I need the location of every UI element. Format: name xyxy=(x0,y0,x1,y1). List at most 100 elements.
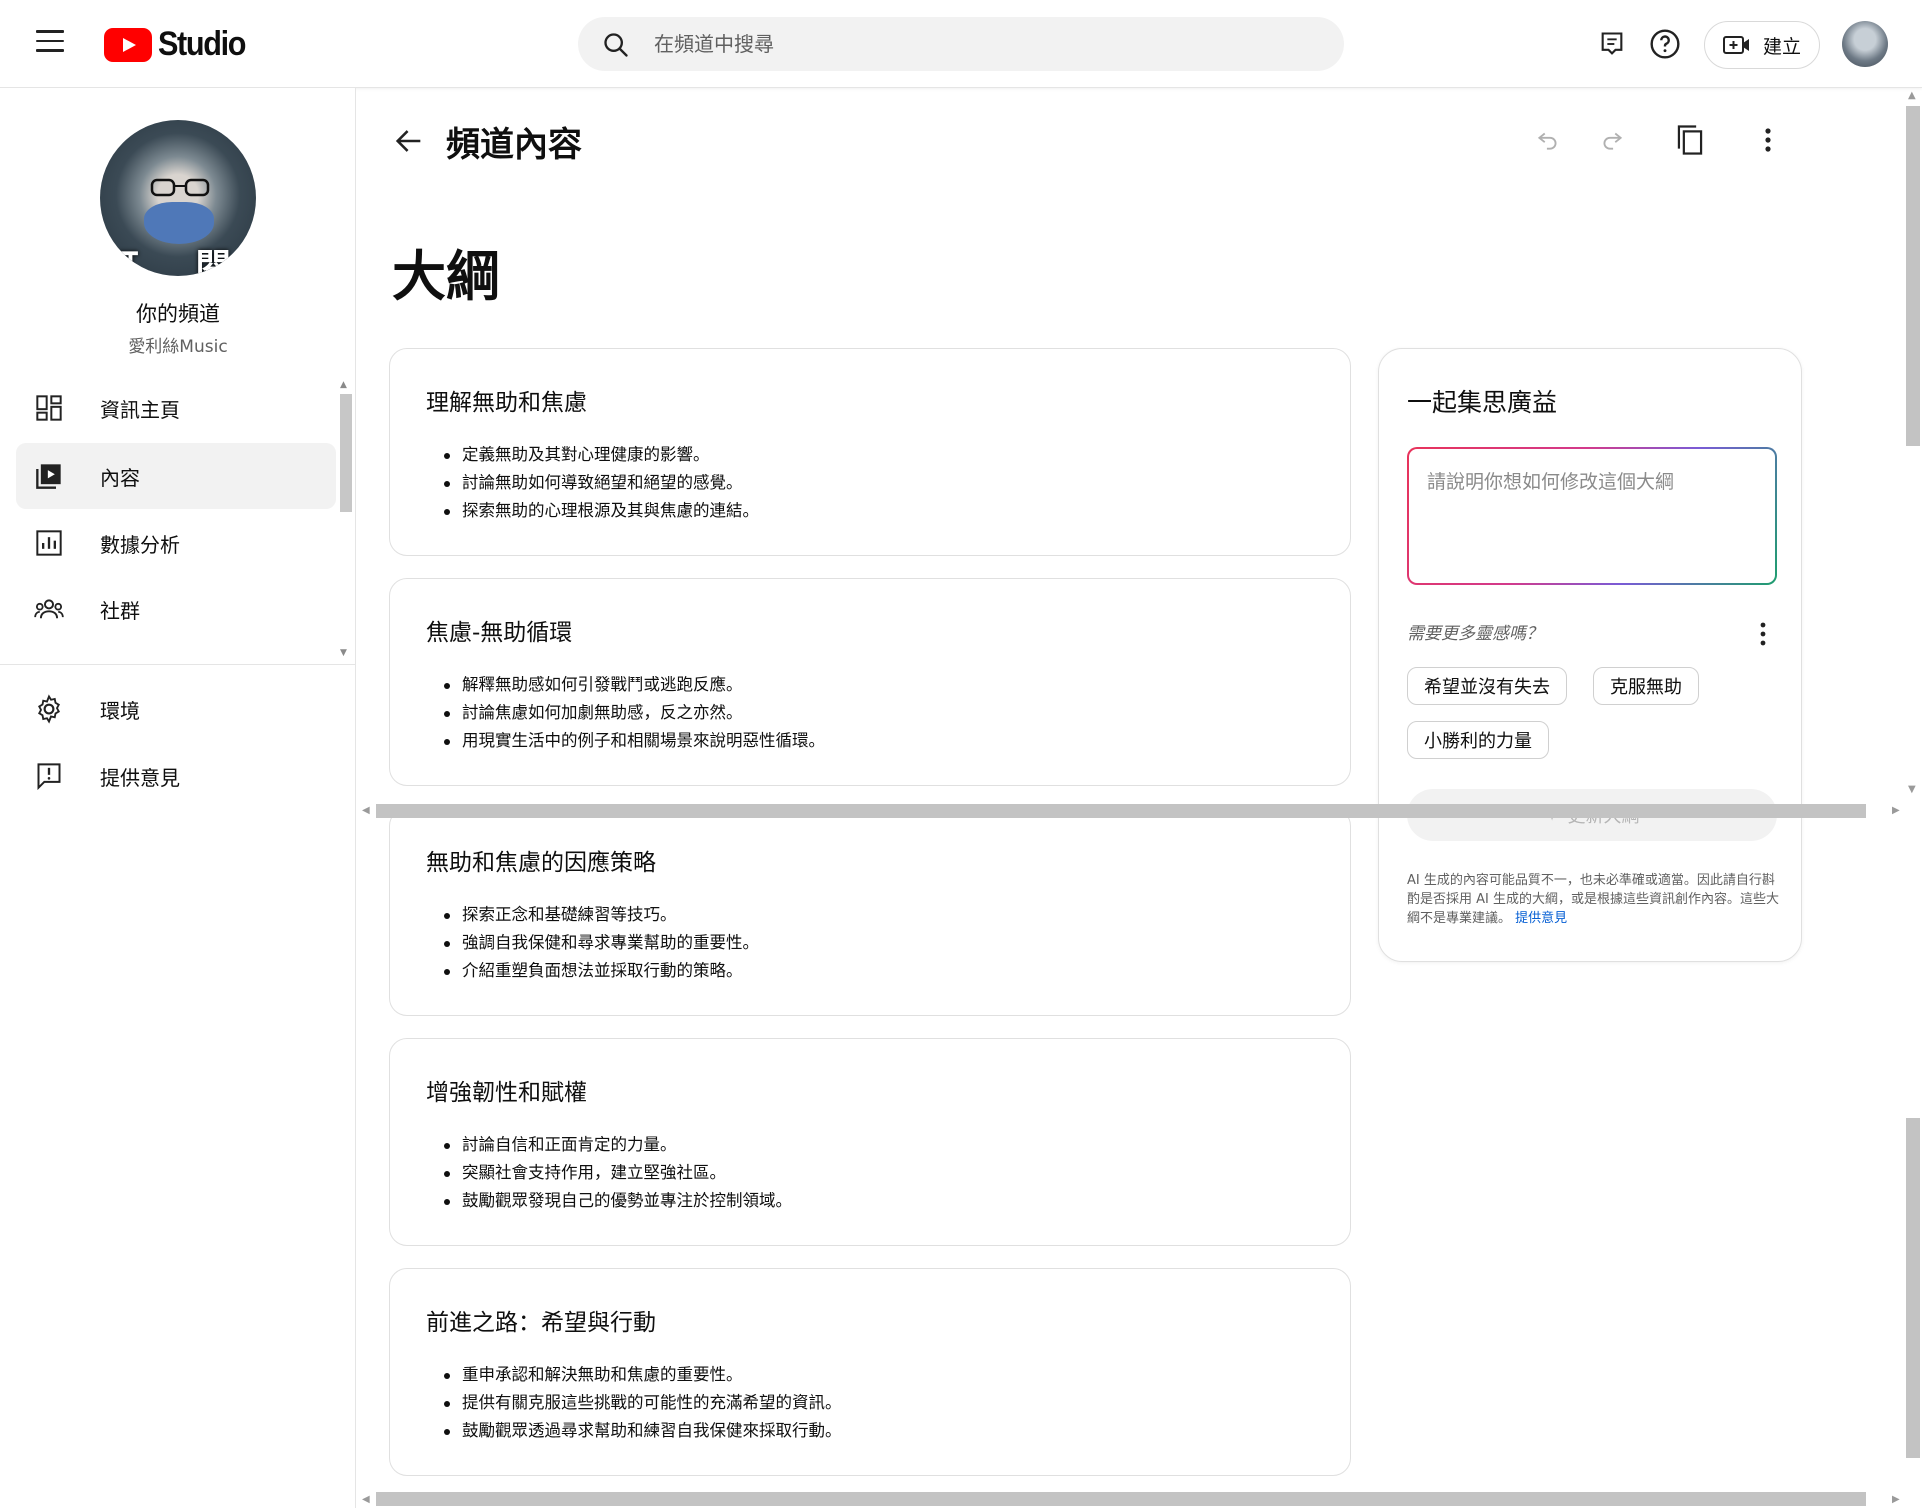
outline-section-card[interactable]: 理解無助和焦慮 定義無助及其對心理健康的影響。 討論無助如何導致絕望和絕望的感覺… xyxy=(389,348,1351,556)
sidebar-item-label: 數據分析 xyxy=(100,532,180,557)
sidebar-item-analytics[interactable]: 數據分析 xyxy=(16,510,336,576)
logo-text: Studio xyxy=(158,25,246,63)
sidebar-item-community[interactable]: 社群 xyxy=(16,576,336,642)
sidebar-item-label: 內容 xyxy=(100,465,140,490)
channel-title: 你的頻道 xyxy=(136,302,220,326)
section-point: 鼓勵觀眾發現自己的優勢並專注於控制領域。 xyxy=(444,1187,792,1215)
search-input[interactable] xyxy=(654,17,1314,71)
hscroll-left-arrow[interactable]: ◀ xyxy=(362,1494,370,1505)
section-point: 強調自我保健和尋求專業幫助的重要性。 xyxy=(444,929,759,957)
vertical-scrollbar[interactable] xyxy=(1906,1118,1920,1458)
section-point: 重申承認和解決無助和焦慮的重要性。 xyxy=(444,1361,842,1389)
top-bar: Studio 建立 xyxy=(0,0,1922,88)
settings-gear-icon xyxy=(32,692,66,726)
account-avatar[interactable] xyxy=(1842,21,1888,67)
create-button[interactable]: 建立 xyxy=(1704,21,1820,69)
youtube-play-logo-icon xyxy=(104,27,152,62)
hscroll-right-arrow[interactable]: ▶ xyxy=(1892,805,1900,816)
section-point: 介紹重塑負面想法並採取行動的策略。 xyxy=(444,957,759,985)
section-point: 探索正念和基礎練習等技巧。 xyxy=(444,901,759,929)
section-point: 探索無助的心理根源及其與焦慮的連結。 xyxy=(444,497,759,525)
horizontal-scrollbar[interactable] xyxy=(376,804,1866,818)
section-title: 理解無助和焦慮 xyxy=(426,390,587,416)
ai-disclaimer: AI 生成的內容可能品質不一，也未必準確或適當。因此請自行斟酌是否採用 AI 生… xyxy=(1407,871,1781,928)
section-title: 增強韌性和賦權 xyxy=(426,1080,587,1106)
section-points: 討論自信和正面肯定的力量。 突顯社會支持作用，建立堅強社區。 鼓勵觀眾發現自己的… xyxy=(444,1131,792,1215)
outline-section-card[interactable]: 前進之路：希望與行動 重申承認和解決無助和焦慮的重要性。 提供有關克服這些挑戰的… xyxy=(389,1268,1351,1476)
outline-section-card[interactable]: 增強韌性和賦權 討論自信和正面肯定的力量。 突顯社會支持作用，建立堅強社區。 鼓… xyxy=(389,1038,1351,1246)
search-bar[interactable] xyxy=(578,17,1344,71)
ai-disclaimer-text: AI 生成的內容可能品質不一，也未必準確或適當。因此請自行斟酌是否採用 AI 生… xyxy=(1407,873,1779,926)
copy-icon[interactable] xyxy=(1670,120,1710,160)
section-point: 討論焦慮如何加劇無助感，反之亦然。 xyxy=(444,699,825,727)
section-points: 重申承認和解決無助和焦慮的重要性。 提供有關克服這些挑戰的可能性的充滿希望的資訊… xyxy=(444,1361,842,1445)
prompt-field-frame xyxy=(1407,447,1777,585)
hscroll-left-arrow[interactable]: ◀ xyxy=(362,805,370,816)
inspiration-label: 需要更多靈感嗎？ xyxy=(1407,624,1543,644)
subtitles-icon[interactable] xyxy=(1592,24,1632,64)
suggestion-chip[interactable]: 希望並沒有失去 xyxy=(1407,667,1567,705)
feedback-link[interactable]: 提供意見 xyxy=(1515,911,1567,926)
sidebar-item-label: 環境 xyxy=(100,698,140,723)
section-point: 鼓勵觀眾透過尋求幫助和練習自我保健來採取行動。 xyxy=(444,1417,842,1445)
sidebar-item-content[interactable]: 內容 xyxy=(16,443,336,509)
sidebar-item-label: 社群 xyxy=(100,598,140,623)
vscroll-up-arrow[interactable]: ▲ xyxy=(1908,90,1916,101)
sidebar-item-label: 資訊主頁 xyxy=(100,397,180,422)
sidebar-item-label: 提供意見 xyxy=(100,765,180,790)
section-point: 定義無助及其對心理健康的影響。 xyxy=(444,441,759,469)
horizontal-scrollbar[interactable] xyxy=(376,1492,1866,1506)
content-icon xyxy=(32,459,66,493)
sidebar: 訂 閱 你的頻道 愛利絲Music 資訊主頁 內容 數據分析 社群 ▲ ▼ 環境… xyxy=(0,88,356,1508)
channel-avatar[interactable]: 訂 閱 xyxy=(100,120,256,276)
vscroll-down-arrow[interactable]: ▼ xyxy=(1908,784,1916,795)
section-points: 探索正念和基礎練習等技巧。 強調自我保健和尋求專業幫助的重要性。 介紹重塑負面想… xyxy=(444,901,759,985)
vertical-scrollbar[interactable] xyxy=(1906,106,1920,446)
section-point: 提供有關克服這些挑戰的可能性的充滿希望的資訊。 xyxy=(444,1389,842,1417)
sidebar-scroll-down-arrow[interactable]: ▼ xyxy=(340,648,347,658)
inspiration-more-icon[interactable] xyxy=(1751,619,1775,649)
community-icon xyxy=(32,592,66,626)
section-title: 前進之路：希望與行動 xyxy=(426,1310,656,1336)
redo-icon[interactable] xyxy=(1592,120,1632,160)
menu-hamburger-icon[interactable] xyxy=(36,30,64,54)
create-button-label: 建立 xyxy=(1763,35,1802,58)
sidebar-item-dashboard[interactable]: 資訊主頁 xyxy=(16,375,336,441)
undo-icon[interactable] xyxy=(1528,120,1568,160)
sidebar-divider xyxy=(0,664,356,665)
page-title: 頻道內容 xyxy=(446,124,582,165)
suggestion-chip[interactable]: 克服無助 xyxy=(1593,667,1699,705)
sidebar-item-feedback[interactable]: 提供意見 xyxy=(16,743,336,809)
video-add-icon xyxy=(1723,36,1749,54)
brainstorm-panel: 一起集思廣益 需要更多靈感嗎？ 希望並沒有失去 克服無助 小勝利的力量 ✦ 更新… xyxy=(1378,348,1802,962)
back-arrow-icon[interactable] xyxy=(392,124,426,158)
section-points: 解釋無助感如何引發戰鬥或逃跑反應。 討論焦慮如何加劇無助感，反之亦然。 用現實生… xyxy=(444,671,825,755)
suggestion-chip[interactable]: 小勝利的力量 xyxy=(1407,721,1549,759)
sidebar-scrollbar[interactable] xyxy=(340,394,352,512)
outline-prompt-input[interactable] xyxy=(1409,449,1775,583)
feedback-icon xyxy=(32,759,66,793)
avatar-glasses-graphic xyxy=(150,178,210,197)
more-options-icon[interactable] xyxy=(1748,120,1788,160)
avatar-overlay-text: 訂 閱 xyxy=(102,247,254,276)
outline-section-card[interactable]: 無助和焦慮的因應策略 探索正念和基礎練習等技巧。 強調自我保健和尋求專業幫助的重… xyxy=(389,808,1351,1016)
sidebar-scroll-up-arrow[interactable]: ▲ xyxy=(340,380,347,390)
section-point: 討論無助如何導致絕望和絕望的感覺。 xyxy=(444,469,759,497)
section-title: 焦慮-無助循環 xyxy=(426,620,573,646)
search-icon[interactable] xyxy=(602,31,630,59)
section-point: 解釋無助感如何引發戰鬥或逃跑反應。 xyxy=(444,671,825,699)
studio-logo[interactable]: Studio xyxy=(104,25,255,64)
outline-section-card[interactable]: 焦慮-無助循環 解釋無助感如何引發戰鬥或逃跑反應。 討論焦慮如何加劇無助感，反之… xyxy=(389,578,1351,786)
section-point: 用現實生活中的例子和相關場景來說明惡性循環。 xyxy=(444,727,825,755)
section-point: 突顯社會支持作用，建立堅強社區。 xyxy=(444,1159,792,1187)
channel-name: 愛利絲Music xyxy=(128,337,228,357)
analytics-icon xyxy=(32,526,66,560)
dashboard-icon xyxy=(32,391,66,425)
hscroll-right-arrow[interactable]: ▶ xyxy=(1892,1494,1900,1505)
outline-title: 大綱 xyxy=(392,245,500,308)
help-icon[interactable] xyxy=(1645,24,1685,64)
panel-title: 一起集思廣益 xyxy=(1407,388,1558,417)
section-title: 無助和焦慮的因應策略 xyxy=(426,850,656,876)
sidebar-item-settings[interactable]: 環境 xyxy=(16,676,336,742)
section-point: 討論自信和正面肯定的力量。 xyxy=(444,1131,792,1159)
